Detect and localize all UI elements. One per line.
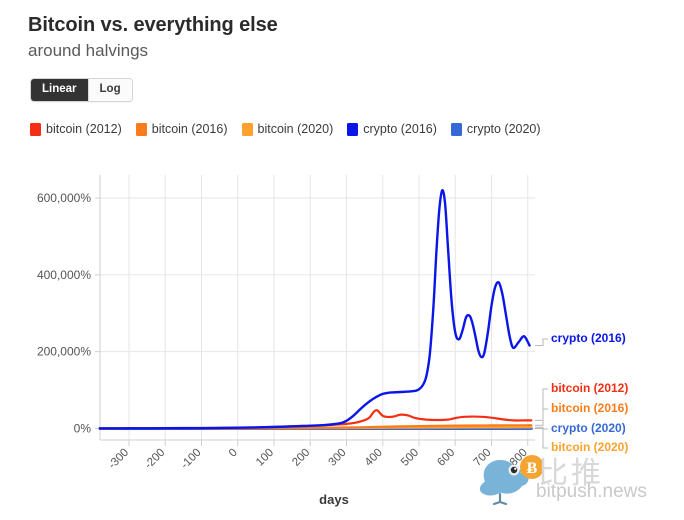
series-end-label: bitcoin (2012)	[551, 381, 628, 395]
watermark-cn-text: 比推	[538, 456, 604, 491]
page-subtitle: around halvings	[28, 41, 149, 60]
legend-item-bitcoin-2012[interactable]: bitcoin (2012)	[30, 122, 122, 136]
series-line	[98, 189, 531, 430]
series-leader-line	[535, 408, 548, 426]
legend-item-bitcoin-2020[interactable]: bitcoin (2020)	[241, 122, 334, 136]
legend-label: crypto (2020)	[466, 122, 541, 136]
y-tick-label: 0%	[74, 421, 92, 435]
x-tick-label: 600	[435, 447, 457, 469]
x-tick-label: -300	[106, 447, 131, 472]
x-axis-title: days	[319, 492, 349, 507]
x-tick-label: -100	[179, 447, 204, 472]
bird-icon	[479, 460, 529, 506]
legend-item-crypto-2016[interactable]: crypto (2016)	[347, 122, 437, 136]
x-tick-label: 700	[472, 447, 494, 469]
legend-label: bitcoin (2012)	[46, 122, 122, 136]
legend-item-crypto-2020[interactable]: crypto (2020)	[450, 122, 541, 136]
series-leader-line	[535, 388, 548, 421]
series-end-label: bitcoin (2020)	[551, 440, 628, 454]
legend-label: bitcoin (2020)	[257, 122, 334, 136]
series-end-label: crypto (2020)	[551, 421, 626, 435]
x-tick-label: 400	[363, 447, 385, 469]
y-tick-label: 200,000%	[37, 345, 91, 359]
scale-toggle-linear[interactable]: Linear	[31, 79, 88, 101]
y-tick-label: 600,000%	[37, 191, 91, 205]
legend-label: bitcoin (2016)	[151, 122, 228, 136]
page-title: Bitcoin vs. everything else	[28, 14, 278, 36]
x-tick-label: 100	[254, 447, 276, 469]
x-tick-label: 0	[227, 447, 240, 460]
bitcoin-coin-icon: Ƀ	[520, 455, 544, 479]
series-end-label: crypto (2016)	[551, 331, 626, 345]
legend-swatch-icon	[450, 122, 462, 136]
svg-text:Ƀ: Ƀ	[527, 460, 538, 477]
gridlines	[100, 175, 535, 440]
x-tick-label: 300	[327, 447, 349, 469]
legend-item-bitcoin-2016[interactable]: bitcoin (2016)	[135, 122, 228, 136]
watermark-domain: bitpush.news	[536, 481, 647, 502]
series-line	[98, 424, 533, 430]
x-tick-labels: -300 -200 -100 0 100 200 300 400 500 600 700 800	[106, 447, 530, 472]
legend-swatch-icon	[135, 122, 147, 136]
series-end-label: bitcoin (2016)	[551, 401, 628, 415]
watermark: Ƀ 比推 bitpush.news	[476, 446, 676, 516]
series-line	[98, 426, 533, 430]
scale-toggle-group[interactable]: Linear Log	[30, 78, 133, 102]
chart-container: Bitcoin vs. everything else around halvi…	[0, 0, 684, 520]
scale-toggle-log[interactable]: Log	[87, 79, 132, 101]
x-tick-label: 800	[508, 447, 530, 469]
legend-swatch-icon	[347, 122, 359, 136]
x-tick-marks	[95, 197, 529, 446]
legend-swatch-icon	[241, 122, 253, 136]
legend-swatch-icon	[30, 122, 41, 136]
x-tick-label: 500	[399, 447, 421, 469]
series-leader-line	[535, 338, 548, 346]
y-tick-labels: 0% 200,000% 400,000% 600,000%	[37, 191, 91, 435]
series-line	[98, 409, 533, 430]
legend-label: crypto (2016)	[363, 122, 437, 136]
axis-lines	[99, 175, 535, 441]
series-leader-line	[535, 428, 548, 430]
series-end-labels: crypto (2016) bitcoin (2012) bitcoin (2016…	[535, 331, 628, 454]
series-leader-line	[535, 426, 548, 449]
x-tick-label: 200	[290, 447, 312, 469]
x-tick-label: -200	[143, 447, 168, 472]
data-series-group	[98, 189, 533, 430]
y-tick-label: 400,000%	[37, 268, 91, 282]
legend: bitcoin (2012) bitcoin (2016) bitcoin (2…	[30, 122, 541, 136]
